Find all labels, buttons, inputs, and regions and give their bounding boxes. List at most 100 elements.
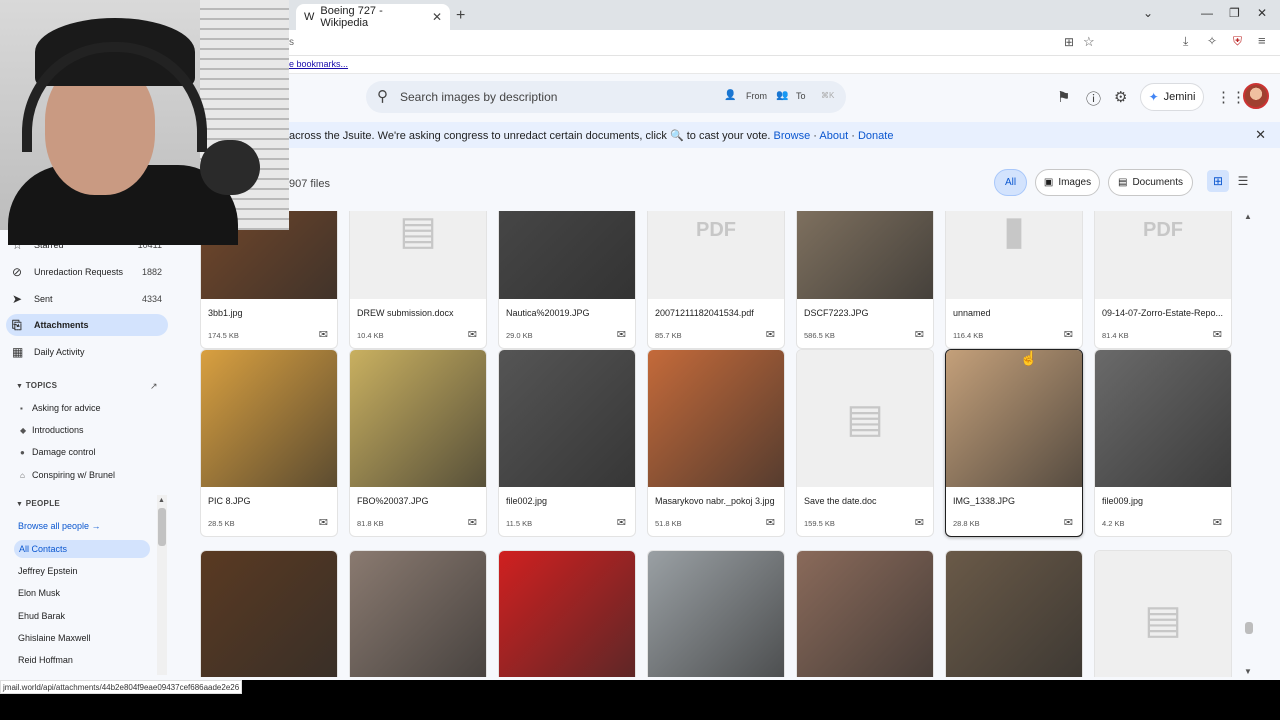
restore-icon[interactable]: ❐ (1229, 6, 1240, 20)
search-bar[interactable]: ⚲ Search images by description 👤 From 👥 … (366, 81, 846, 113)
open-email-icon[interactable]: ✉ (766, 516, 775, 529)
attachment-thumbnail[interactable] (499, 551, 635, 677)
new-tab-icon[interactable]: + (456, 7, 465, 25)
person-item[interactable]: Ghislaine Maxwell (18, 633, 91, 643)
tab-search-chevron-icon[interactable]: ⌄ (1143, 6, 1153, 20)
open-email-icon[interactable]: ✉ (319, 328, 328, 341)
attachment-thumbnail[interactable] (946, 350, 1082, 487)
open-email-icon[interactable]: ✉ (468, 328, 477, 341)
attachment-thumbnail[interactable] (350, 551, 486, 677)
attachment-card[interactable]: PIC 8.JPG 28.5 KB ✉ (200, 349, 338, 537)
banner-browse-link[interactable]: Browse (774, 130, 811, 142)
from-filter[interactable]: From (746, 91, 767, 101)
attachment-card[interactable]: PDF 20071211182041534.pdf 85.7 KB ✉ (647, 211, 785, 349)
attachment-card[interactable] (498, 550, 636, 677)
settings-gear-icon[interactable]: ⚙ (1114, 88, 1127, 106)
filter-all-chip[interactable]: All (994, 169, 1027, 196)
close-tab-icon[interactable]: ✕ (432, 10, 442, 24)
open-email-icon[interactable]: ✉ (1064, 328, 1073, 341)
attachment-placeholder[interactable]: ▤ (797, 350, 933, 487)
attachment-card[interactable]: Nautica%20019.JPG 29.0 KB ✉ (498, 211, 636, 349)
topic-item[interactable]: ● Damage control (20, 447, 96, 457)
attachment-card[interactable]: DSCF7223.JPG 586.5 KB ✉ (796, 211, 934, 349)
scroll-up-arrow-icon[interactable]: ▲ (158, 497, 165, 504)
open-email-icon[interactable]: ✉ (915, 328, 924, 341)
attachment-placeholder[interactable]: PDF (648, 211, 784, 299)
open-email-icon[interactable]: ✉ (617, 328, 626, 341)
avatar[interactable] (1243, 83, 1269, 109)
search-input[interactable]: Search images by description (400, 90, 557, 104)
list-view-button[interactable]: ☰ (1233, 170, 1253, 192)
banner-donate-link[interactable]: Donate (858, 130, 893, 142)
open-email-icon[interactable]: ✉ (617, 516, 626, 529)
topics-header[interactable]: ▼ TOPICS (16, 381, 57, 390)
to-filter[interactable]: To (796, 91, 806, 101)
topic-item[interactable]: ⌂ Conspiring w/ Brunel (20, 470, 115, 480)
banner-close-icon[interactable]: ✕ (1255, 127, 1266, 143)
grid-scrollbar[interactable] (1243, 211, 1253, 677)
attachment-thumbnail[interactable] (499, 211, 635, 299)
attachment-thumbnail[interactable] (350, 350, 486, 487)
attachment-thumbnail[interactable] (499, 350, 635, 487)
expand-arrow-icon[interactable]: ↗ (150, 381, 158, 392)
shield-extension-icon[interactable]: ⛨ (1233, 34, 1242, 49)
filter-documents-chip[interactable]: ▤ Documents (1108, 169, 1193, 196)
attachment-card[interactable] (647, 550, 785, 677)
jemini-button[interactable]: ✦ Jemini (1140, 83, 1204, 111)
scroll-down-arrow-icon[interactable]: ▼ (1244, 667, 1252, 676)
sidebar-item-sent[interactable]: ➤ Sent 4334 (6, 288, 168, 310)
browse-all-people-link[interactable]: Browse all people → (18, 521, 101, 531)
bookmarks-link[interactable]: e bookmarks... (289, 59, 348, 69)
attachment-card[interactable] (945, 550, 1083, 677)
attachment-card[interactable]: file009.jpg 4.2 KB ✉ (1094, 349, 1232, 537)
open-email-icon[interactable]: ✉ (319, 516, 328, 529)
sidebar-item-unredaction-requests[interactable]: ⊘ Unredaction Requests 1882 (6, 261, 168, 283)
open-email-icon[interactable]: ✉ (1064, 516, 1073, 529)
sidebar-item-attachments[interactable]: ⎘ Attachments (6, 314, 168, 336)
topic-item[interactable]: ▪ Asking for advice (20, 403, 101, 413)
open-email-icon[interactable]: ✉ (1213, 328, 1222, 341)
attachment-placeholder[interactable]: ▤ (350, 211, 486, 299)
banner-about-link[interactable]: About (819, 130, 848, 142)
attachment-card[interactable] (796, 550, 934, 677)
apps-grid-icon[interactable]: ⋮⋮ (1216, 88, 1246, 106)
minimize-icon[interactable]: — (1201, 6, 1213, 20)
attachment-card[interactable]: Masarykovo nabr._pokoj 3.jpg 51.8 KB ✉ (647, 349, 785, 537)
attachment-card[interactable]: FBO%20037.JPG 81.8 KB ✉ (349, 349, 487, 537)
person-item[interactable]: Reid Hoffman (18, 655, 73, 665)
extensions-icon[interactable]: ✧ (1207, 34, 1217, 48)
attachment-card[interactable]: ▤ (1094, 550, 1232, 677)
open-email-icon[interactable]: ✉ (766, 328, 775, 341)
attachment-thumbnail[interactable] (797, 211, 933, 299)
filter-images-chip[interactable]: ▣ Images (1035, 169, 1100, 196)
attachment-thumbnail[interactable] (797, 551, 933, 677)
grid-view-button[interactable]: ⊞ (1207, 170, 1229, 192)
attachment-card[interactable]: file002.jpg 11.5 KB ✉ (498, 349, 636, 537)
close-window-icon[interactable]: ✕ (1257, 6, 1267, 20)
bookmark-star-icon[interactable]: ☆ (1083, 34, 1095, 50)
attachment-placeholder[interactable]: ▤ (1095, 551, 1231, 677)
person-item[interactable]: Jeffrey Epstein (18, 566, 77, 576)
attachment-card[interactable] (200, 550, 338, 677)
install-app-icon[interactable]: ⊞ (1064, 35, 1074, 49)
attachment-thumbnail[interactable] (201, 350, 337, 487)
open-email-icon[interactable]: ✉ (915, 516, 924, 529)
topic-item[interactable]: ◆ Introductions (20, 425, 84, 435)
help-icon[interactable]: ⓘ (1086, 88, 1101, 109)
attachment-card[interactable]: IMG_1338.JPG 28.8 KB ✉ (945, 349, 1083, 537)
open-email-icon[interactable]: ✉ (468, 516, 477, 529)
attachment-card[interactable]: ▤ Save the date.doc 159.5 KB ✉ (796, 349, 934, 537)
feedback-icon[interactable]: ⚑ (1057, 88, 1070, 106)
download-icon[interactable]: ⤓ (1183, 34, 1188, 49)
open-email-icon[interactable]: ✉ (1213, 516, 1222, 529)
person-item[interactable]: Elon Musk (18, 588, 60, 598)
person-item[interactable]: Ehud Barak (18, 611, 65, 621)
attachment-card[interactable]: PDF 09-14-07-Zorro-Estate-Repo... 81.4 KB ✉ (1094, 211, 1232, 349)
attachment-card[interactable] (349, 550, 487, 677)
attachment-thumbnail[interactable] (648, 551, 784, 677)
scroll-up-arrow-icon[interactable]: ▲ (1244, 212, 1252, 221)
browser-menu-icon[interactable]: ≡ (1258, 33, 1266, 48)
attachment-thumbnail[interactable] (648, 350, 784, 487)
grid-scrollbar-thumb[interactable] (1245, 622, 1253, 634)
attachment-card[interactable]: ▤ DREW submission.docx 10.4 KB ✉ (349, 211, 487, 349)
